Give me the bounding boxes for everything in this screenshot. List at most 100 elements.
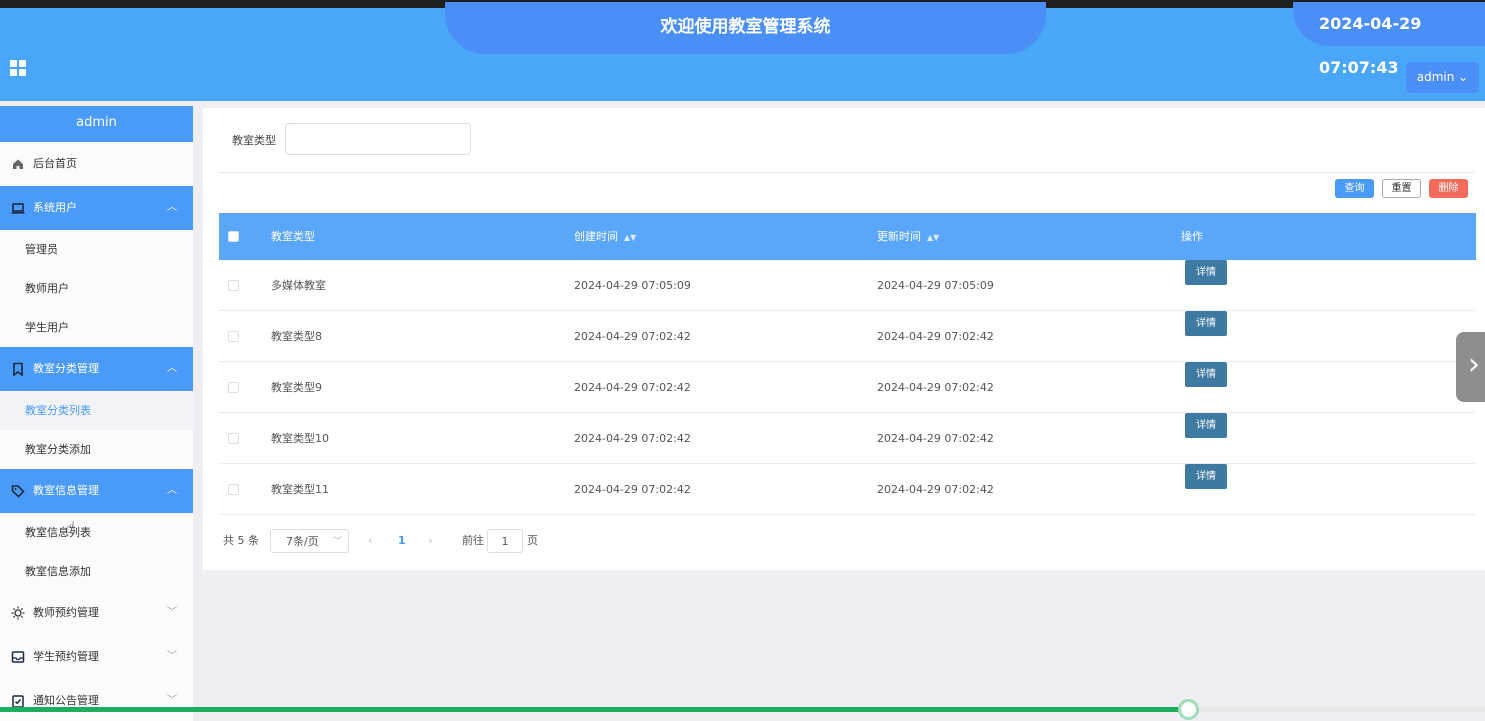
header: 欢迎使用教室管理系统 2024-04-29 07:07:43 admin ⌄ — [0, 2, 1485, 101]
datetime-display: 2024-04-29 07:07:43 — [1293, 2, 1485, 77]
query-button[interactable]: 查询 — [1335, 179, 1374, 198]
cell-type: 教室类型9 — [271, 381, 322, 394]
select-all-checkbox[interactable] — [228, 231, 239, 242]
sidebar-group-label: 通知公告管理 — [33, 694, 99, 707]
sidebar-group-label: 教室信息管理 — [33, 484, 99, 497]
cell-created: 2024-04-29 07:02:42 — [574, 330, 691, 343]
sidebar-item-home[interactable]: 后台首页 — [0, 142, 193, 186]
table-row: 教室类型11 2024-04-29 07:02:42 2024-04-29 07… — [219, 464, 1476, 515]
sidebar-item-category-list[interactable]: 教室分类列表 — [0, 391, 193, 430]
reset-button[interactable]: 重置 — [1382, 179, 1421, 198]
sidebar-group-label: 教室分类管理 — [33, 362, 99, 375]
row-checkbox[interactable] — [228, 280, 239, 291]
page-title: 欢迎使用教室管理系统 — [445, 2, 1046, 54]
row-checkbox[interactable] — [228, 382, 239, 393]
sidebar: admin 后台首页 系统用户 ︿ 管理员 教师用户 学生用户 教室分类管理 ︿… — [0, 106, 193, 721]
inbox-icon — [11, 651, 25, 663]
sidebar-item-admin[interactable]: 管理员 — [0, 230, 193, 269]
cell-updated: 2024-04-29 07:02:42 — [877, 330, 994, 343]
cell-type: 教室类型10 — [271, 432, 329, 445]
detail-button[interactable]: 详情 — [1185, 311, 1227, 336]
sort-icon[interactable]: ▲▼ — [927, 233, 939, 242]
sidebar-group-student-booking[interactable]: 学生预约管理 ﹀ — [0, 635, 193, 679]
sidebar-item-teacher-users[interactable]: 教师用户 — [0, 269, 193, 308]
sidebar-group-system-users[interactable]: 系统用户 ︿ — [0, 186, 193, 230]
sidebar-group-notices[interactable]: 通知公告管理 ﹀ — [0, 679, 193, 721]
cell-updated: 2024-04-29 07:02:42 — [877, 432, 994, 445]
cell-created: 2024-04-29 07:02:42 — [574, 432, 691, 445]
column-header-updated[interactable]: 更新时间 ▲▼ — [877, 213, 939, 261]
sidebar-group-classroom-category[interactable]: 教室分类管理 ︿ — [0, 347, 193, 391]
goto-page-input[interactable]: 1 — [487, 529, 523, 553]
clipboard-check-icon — [12, 695, 24, 708]
home-icon — [13, 159, 23, 169]
prev-page-icon[interactable]: ‹ — [368, 529, 372, 553]
sidebar-item-student-users[interactable]: 学生用户 — [0, 308, 193, 347]
detail-button[interactable]: 详情 — [1185, 413, 1227, 438]
table-header: 教室类型 创建时间 ▲▼ 更新时间 ▲▼ 操作 — [219, 213, 1476, 260]
detail-button[interactable]: 详情 — [1185, 362, 1227, 387]
sidebar-group-label: 系统用户 — [33, 201, 77, 214]
chevron-down-icon: ﹀ — [167, 651, 177, 662]
goto-label: 前往 — [462, 534, 484, 547]
sort-icon[interactable]: ▲▼ — [624, 233, 636, 242]
bookmark-icon — [13, 362, 23, 376]
chevron-down-icon: ﹀ — [167, 695, 177, 706]
column-header-label: 创建时间 — [574, 230, 618, 243]
chevron-right-icon[interactable]: › — [1456, 332, 1485, 402]
delete-button[interactable]: 删除 — [1429, 179, 1468, 198]
main-panel: 教室类型 查询 重置 删除 教室类型 创建时间 ▲▼ 更新时间 ▲▼ 操作 多媒体教… — [203, 108, 1485, 570]
hand-cursor-icon: ☝ — [66, 518, 76, 537]
column-header-created[interactable]: 创建时间 ▲▼ — [574, 213, 636, 261]
video-progress-bar[interactable] — [0, 699, 1485, 720]
menu-grid-icon[interactable] — [10, 60, 26, 76]
table-row: 教室类型9 2024-04-29 07:02:42 2024-04-29 07:… — [219, 362, 1476, 413]
chevron-down-icon: ﹀ — [167, 607, 177, 618]
pagination-total: 共 5 条 — [223, 534, 259, 547]
chevron-down-icon: ﹀ — [332, 537, 342, 547]
sidebar-user: admin — [0, 106, 193, 142]
sidebar-item-info-list[interactable]: 教室信息列表 — [0, 513, 193, 552]
table-row: 教室类型10 2024-04-29 07:02:42 2024-04-29 07… — [219, 413, 1476, 464]
user-menu-button[interactable]: admin ⌄ — [1406, 62, 1479, 93]
next-page-icon[interactable]: › — [428, 529, 432, 553]
chevron-up-icon: ︿ — [167, 485, 177, 496]
row-checkbox[interactable] — [228, 484, 239, 495]
cell-created: 2024-04-29 07:05:09 — [574, 279, 691, 292]
cell-type: 教室类型8 — [271, 330, 322, 343]
sidebar-group-label: 学生预约管理 — [33, 650, 99, 663]
data-table: 教室类型 创建时间 ▲▼ 更新时间 ▲▼ 操作 多媒体教室 2024-04-29 0… — [219, 213, 1476, 515]
sidebar-item-label: 后台首页 — [33, 157, 77, 170]
detail-button[interactable]: 详情 — [1185, 464, 1227, 489]
classroom-type-search-input[interactable] — [285, 123, 471, 155]
sidebar-group-classroom-info[interactable]: 教室信息管理 ︿ — [0, 469, 193, 513]
sidebar-group-teacher-booking[interactable]: 教师预约管理 ﹀ — [0, 591, 193, 635]
cell-type: 多媒体教室 — [271, 279, 326, 292]
cell-created: 2024-04-29 07:02:42 — [574, 483, 691, 496]
progress-knob[interactable] — [1178, 699, 1199, 720]
cell-updated: 2024-04-29 07:02:42 — [877, 483, 994, 496]
column-header-type: 教室类型 — [271, 230, 315, 243]
detail-button[interactable]: 详情 — [1185, 260, 1227, 285]
cell-updated: 2024-04-29 07:02:42 — [877, 381, 994, 394]
sidebar-item-category-add[interactable]: 教室分类添加 — [0, 430, 193, 469]
sidebar-item-info-add[interactable]: 教室信息添加 — [0, 552, 193, 591]
cell-type: 教室类型11 — [271, 483, 329, 496]
page-size-select[interactable]: 7条/页 ﹀ — [270, 529, 349, 553]
laptop-icon — [11, 203, 25, 214]
column-header-actions: 操作 — [1181, 230, 1203, 243]
page-number[interactable]: 1 — [398, 529, 406, 553]
chevron-up-icon: ︿ — [167, 202, 177, 213]
divider — [219, 172, 1476, 173]
cell-updated: 2024-04-29 07:05:09 — [877, 279, 994, 292]
tag-icon — [11, 485, 25, 498]
search-label: 教室类型 — [232, 134, 276, 147]
sidebar-group-label: 教师预约管理 — [33, 606, 99, 619]
row-checkbox[interactable] — [228, 331, 239, 342]
row-checkbox[interactable] — [228, 433, 239, 444]
table-row: 多媒体教室 2024-04-29 07:05:09 2024-04-29 07:… — [219, 260, 1476, 311]
sun-icon — [11, 606, 25, 620]
column-header-label: 更新时间 — [877, 230, 921, 243]
cell-created: 2024-04-29 07:02:42 — [574, 381, 691, 394]
page-size-value: 7条/页 — [286, 535, 319, 548]
